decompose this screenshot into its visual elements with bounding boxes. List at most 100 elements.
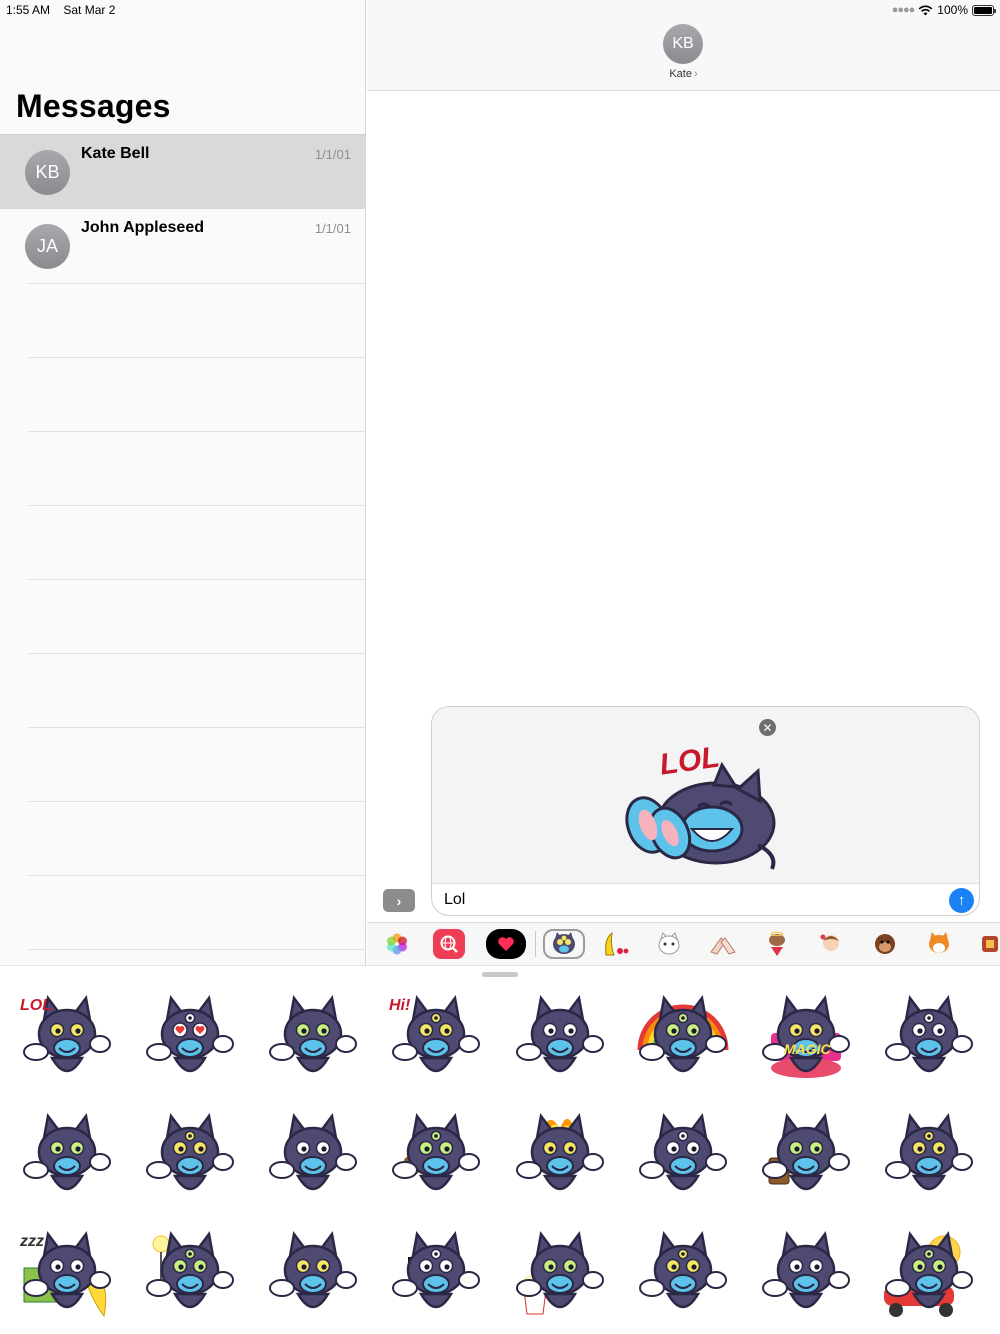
kiss-cat-sticker-art [23, 1112, 111, 1191]
white-cat-glyph [658, 932, 680, 955]
globe-glyph [440, 935, 458, 953]
idea-cat-sticker[interactable] [135, 1224, 245, 1324]
photos-glyph [387, 933, 407, 955]
sleeping-cat-sticker[interactable]: zzz [12, 1224, 122, 1324]
row-divider [28, 505, 366, 506]
messages-app: 1:55 AM Sat Mar 2 ●●●● 100% Messages KB … [0, 0, 1000, 1334]
dizzy-cat-sticker-art [885, 1112, 973, 1191]
battery-percent: 100% [937, 3, 968, 17]
rainbow-cat-sticker[interactable] [628, 988, 738, 1088]
row-divider [28, 801, 366, 802]
heart-eyes-cat-sticker[interactable] [135, 988, 245, 1088]
facepalm-cat-sticker[interactable] [628, 1224, 738, 1324]
dab-cat-sticker[interactable] [258, 1106, 368, 1206]
compose-field[interactable]: ✕ LOL Lol ↑ [431, 706, 980, 916]
stop-cat-sticker[interactable] [135, 1106, 245, 1206]
kiss-cat-sticker[interactable] [12, 1106, 122, 1206]
eyes-popping-cat-sticker-art [639, 1112, 727, 1191]
pointing-cat-sticker[interactable] [505, 988, 615, 1088]
popcorn-cat-sticker[interactable] [505, 1224, 615, 1324]
app-drawer [367, 922, 1000, 965]
coffee-cat-sticker[interactable] [751, 1106, 861, 1206]
scooter-cat-sticker[interactable] [874, 1224, 984, 1324]
row-divider [28, 431, 366, 432]
status-left: 1:55 AM Sat Mar 2 [6, 3, 125, 17]
girl-glyph [820, 934, 839, 951]
eyes-popping-cat-sticker[interactable] [628, 1106, 738, 1206]
message-input[interactable]: Lol [444, 891, 465, 909]
hands-sticker-icon[interactable] [707, 929, 739, 959]
contact-name: Kate [669, 68, 692, 80]
thumbs-up-cat-sticker-art [269, 994, 357, 1073]
conversation-detail-pane: KB Kate › › ✕ LOL Lol ↑ [367, 0, 1000, 965]
lol-cat-sticker[interactable]: LOL [12, 988, 122, 1088]
dab-cat-sticker-art [269, 1112, 357, 1191]
contact-name-button[interactable]: Kate › [367, 68, 1000, 80]
mind-blown-cat-sticker-art [516, 1112, 604, 1191]
sticker-caption: LOL [20, 997, 52, 1014]
hi-cat-sticker-art: Hi! [389, 994, 480, 1073]
girl-sticker-icon[interactable] [815, 929, 847, 959]
meditating-cat-sticker[interactable] [874, 988, 984, 1088]
chevron-right-icon: › [396, 892, 402, 909]
cat-glyph [553, 932, 575, 954]
status-time: 1:55 AM [6, 3, 51, 17]
more-apps-icon[interactable] [975, 929, 1000, 959]
conversation-date: 1/1/01 [314, 221, 351, 236]
heart-eyes-cat-sticker-art [146, 994, 234, 1073]
pointing-cat-sticker-art [516, 994, 604, 1073]
conversation-list-pane: Messages KB Kate Bell 1/1/01 JA John App… [0, 0, 366, 965]
sticker-caption: MAGIC [784, 1041, 832, 1057]
dizzy-cat-sticker[interactable] [874, 1106, 984, 1206]
thumbs-up-cat-sticker[interactable] [258, 988, 368, 1088]
hands-glyph [710, 937, 736, 955]
sticker-caption: Hi! [389, 997, 411, 1014]
fox-sticker-icon[interactable] [923, 929, 955, 959]
3d-glasses-cat-sticker[interactable] [381, 1224, 491, 1324]
conversation-row-kate-bell[interactable]: KB Kate Bell 1/1/01 [0, 135, 366, 209]
stop-cat-sticker-art [146, 1112, 234, 1191]
conversation-row-john-appleseed[interactable]: JA John Appleseed 1/1/01 [0, 209, 366, 283]
sparkle-eyes-cat-sticker-art [269, 1230, 357, 1309]
white-cat-sticker-icon[interactable] [653, 929, 685, 959]
sleeping-cat-sticker-art: zzz [19, 1230, 111, 1318]
row-divider [28, 653, 366, 654]
photos-icon[interactable] [381, 929, 413, 959]
contact-avatar[interactable]: KB [663, 24, 703, 64]
row-divider [28, 949, 366, 950]
drag-handle[interactable] [482, 972, 518, 977]
scooter-cat-sticker-art [884, 1230, 973, 1317]
magic-cat-sticker[interactable]: MAGIC [751, 988, 861, 1088]
magic-cat-sticker-art: MAGIC [762, 994, 850, 1078]
send-button[interactable]: ↑ [949, 888, 974, 913]
banana-sticker-icon[interactable] [599, 929, 631, 959]
conversation-name: Kate Bell [81, 145, 150, 162]
row-divider [28, 357, 366, 358]
avatar: KB [25, 150, 70, 195]
shocked-cat-sticker[interactable] [751, 1224, 861, 1324]
expand-apps-button[interactable]: › [383, 889, 415, 912]
cat-sticker-pack-icon[interactable] [543, 929, 585, 959]
chevron-right-icon: › [693, 68, 698, 80]
mind-blown-cat-sticker[interactable] [505, 1106, 615, 1206]
web-search-icon[interactable] [433, 929, 465, 959]
puppy-sticker-icon[interactable] [761, 929, 793, 959]
sparkle-eyes-cat-sticker[interactable] [258, 1224, 368, 1324]
conversation-name: John Appleseed [81, 219, 204, 236]
hi-cat-sticker[interactable]: Hi! [381, 988, 491, 1088]
row-divider [28, 283, 366, 284]
divider [535, 931, 536, 957]
popcorn-cat-sticker-art [516, 1230, 604, 1315]
avatar: JA [25, 224, 70, 269]
puppy-glyph [769, 931, 785, 956]
row-divider [28, 727, 366, 728]
monkey-sticker-icon[interactable] [869, 929, 901, 959]
digital-touch-icon[interactable] [486, 929, 526, 959]
row-divider [28, 579, 366, 580]
svg-text:LOL: LOL [658, 741, 722, 782]
sticker-browser: LOL Hi! MAGIC zzz [0, 965, 1000, 1334]
status-bar: 1:55 AM Sat Mar 2 ●●●● 100% [0, 0, 1000, 20]
idea-cat-sticker-art [146, 1230, 234, 1309]
poop-cat-sticker[interactable] [381, 1106, 491, 1206]
monkey-glyph [875, 934, 895, 954]
